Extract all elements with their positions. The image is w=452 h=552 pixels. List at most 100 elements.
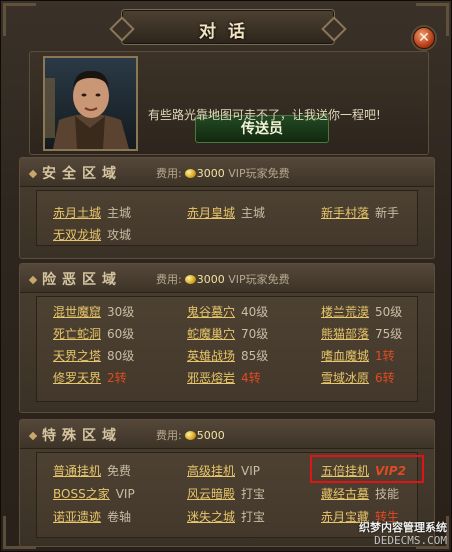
fee-label: 费用:: [156, 167, 182, 180]
destination-link[interactable]: 熊猫部落: [321, 327, 369, 341]
title-plate: 对话: [121, 9, 335, 45]
destination-entry: 蛇魔巢穴 70级: [187, 325, 268, 345]
destination-requirement: 打宝: [241, 487, 266, 501]
fee-note: VIP玩家免费: [228, 167, 290, 180]
section-header: 特殊区域 费用: 5000: [20, 420, 434, 449]
corner-watermark: 织梦内容管理系统 DEDECMS.COM: [359, 521, 447, 547]
section-title: 安全区域: [42, 166, 122, 182]
destination-requirement: 70级: [241, 327, 269, 341]
destination-entry: 楼兰荒漠 50级: [321, 303, 402, 323]
destination-link[interactable]: 修罗天界: [53, 371, 101, 385]
close-icon[interactable]: ✕: [413, 27, 435, 49]
destination-link[interactable]: 嗜血魔城: [321, 349, 369, 363]
destination-entry: 修罗天界 2转: [53, 369, 127, 389]
destination-entry: 高级挂机 VIP: [187, 462, 260, 482]
destination-requirement: 4转: [241, 371, 261, 385]
destination-link[interactable]: 藏经古墓: [321, 487, 369, 501]
section-title: 险恶区域: [42, 272, 122, 288]
destination-requirement: 2转: [107, 371, 127, 385]
destination-link[interactable]: 诺亚遗迹: [53, 510, 101, 524]
diamond-icon: [28, 169, 38, 179]
destination-link[interactable]: 赤月土城: [53, 206, 101, 220]
destination-entry: 天界之塔 80级: [53, 347, 134, 367]
fee-info: 费用: 5000: [156, 427, 225, 443]
destination-entry: 邪恶熔岩 4转: [187, 369, 261, 389]
fee-info: 费用: 3000 VIP玩家免费: [156, 271, 290, 287]
destination-entry: 鬼谷墓穴 40级: [187, 303, 268, 323]
npc-panel: 传送员: [29, 51, 429, 155]
destination-link[interactable]: 鬼谷墓穴: [187, 305, 235, 319]
destination-link[interactable]: 高级挂机: [187, 464, 235, 478]
destination-requirement: 攻城: [107, 228, 132, 242]
gold-coin-icon: [184, 430, 196, 440]
section-header: 安全区域 费用: 3000 VIP玩家免费: [20, 158, 434, 187]
npc-message: 有些路光靠地图可走不了，让我送你一程吧!: [148, 108, 381, 122]
fee-note: VIP玩家免费: [228, 273, 290, 286]
destination-requirement: 新手: [375, 206, 400, 220]
destination-link[interactable]: 无双龙城: [53, 228, 101, 242]
section-header: 险恶区域 费用: 3000 VIP玩家免费: [20, 264, 434, 293]
diamond-icon: [28, 431, 38, 441]
fee-label: 费用:: [156, 273, 182, 286]
destination-requirement: 主城: [241, 206, 266, 220]
destination-requirement: 卷轴: [107, 510, 132, 524]
window-title: 对话: [199, 22, 257, 42]
destination-entry: 诺亚遗迹 卷轴: [53, 508, 131, 528]
destination-requirement: 主城: [107, 206, 132, 220]
destination-link[interactable]: BOSS之家: [53, 487, 110, 501]
destination-link[interactable]: 普通挂机: [53, 464, 101, 478]
destination-entry: 雪域冰原 6转: [321, 369, 395, 389]
destination-entry: 普通挂机 免费: [53, 462, 131, 482]
frame-corner-ornament: [3, 3, 36, 36]
destination-entry: 新手村落 新手: [321, 204, 399, 224]
destination-requirement: 打宝: [241, 510, 266, 524]
destination-entry: 死亡蛇洞 60级: [53, 325, 134, 345]
fee-amount: 3000: [196, 273, 225, 286]
fee-amount: 3000: [196, 167, 225, 180]
destination-requirement: 60级: [107, 327, 135, 341]
destination-requirement: 85级: [241, 349, 269, 363]
destination-entry: 赤月土城 主城: [53, 204, 131, 224]
destination-entry: 混世魔窟 30级: [53, 303, 134, 323]
destination-requirement: 技能: [375, 487, 400, 501]
destination-requirement: 免费: [107, 464, 132, 478]
destination-requirement: VIP: [115, 487, 135, 501]
fee-amount: 5000: [196, 429, 225, 442]
fee-info: 费用: 3000 VIP玩家免费: [156, 165, 290, 181]
destination-entry: 英雄战场 85级: [187, 347, 268, 367]
destination-entry: 赤月皇城 主城: [187, 204, 265, 224]
destination-link[interactable]: 蛇魔巢穴: [187, 327, 235, 341]
destination-requirement: 30级: [107, 305, 135, 319]
destination-requirement: 1转: [375, 349, 395, 363]
destination-link[interactable]: 天界之塔: [53, 349, 101, 363]
diamond-icon: [28, 275, 38, 285]
destination-link[interactable]: 邪恶熔岩: [187, 371, 235, 385]
watermark-line2: DEDECMS.COM: [374, 534, 447, 547]
destination-link[interactable]: 死亡蛇洞: [53, 327, 101, 341]
npc-portrait: [43, 56, 138, 151]
destination-entry: BOSS之家 VIP: [53, 485, 135, 505]
destination-entry: 藏经古墓 技能: [321, 485, 399, 505]
destination-link[interactable]: 楼兰荒漠: [321, 305, 369, 319]
destination-link[interactable]: 雪域冰原: [321, 371, 369, 385]
destination-link[interactable]: 英雄战场: [187, 349, 235, 363]
dialog-window: 对话 ✕ 传送员 有些路光靠地图可走不了，让我送你一程吧! 安全区域 费用: 3…: [0, 0, 452, 552]
destination-requirement: 6转: [375, 371, 395, 385]
gold-coin-icon: [184, 274, 196, 284]
destination-entry: 风云暗殿 打宝: [187, 485, 265, 505]
destination-entry: 嗜血魔城 1转: [321, 347, 395, 367]
gold-coin-icon: [184, 168, 196, 178]
fee-label: 费用:: [156, 429, 182, 442]
destination-requirement: 40级: [241, 305, 269, 319]
highlight-box: [310, 455, 424, 483]
watermark-line1: 织梦内容管理系统: [359, 521, 447, 534]
destination-link[interactable]: 混世魔窟: [53, 305, 101, 319]
destination-requirement: VIP: [241, 464, 260, 478]
destination-requirement: 75级: [375, 327, 403, 341]
destination-requirement: 80级: [107, 349, 135, 363]
destination-link[interactable]: 迷失之城: [187, 510, 235, 524]
destination-link[interactable]: 赤月皇城: [187, 206, 235, 220]
destination-link[interactable]: 新手村落: [321, 206, 369, 220]
destination-link[interactable]: 风云暗殿: [187, 487, 235, 501]
section-title: 特殊区域: [42, 428, 122, 444]
